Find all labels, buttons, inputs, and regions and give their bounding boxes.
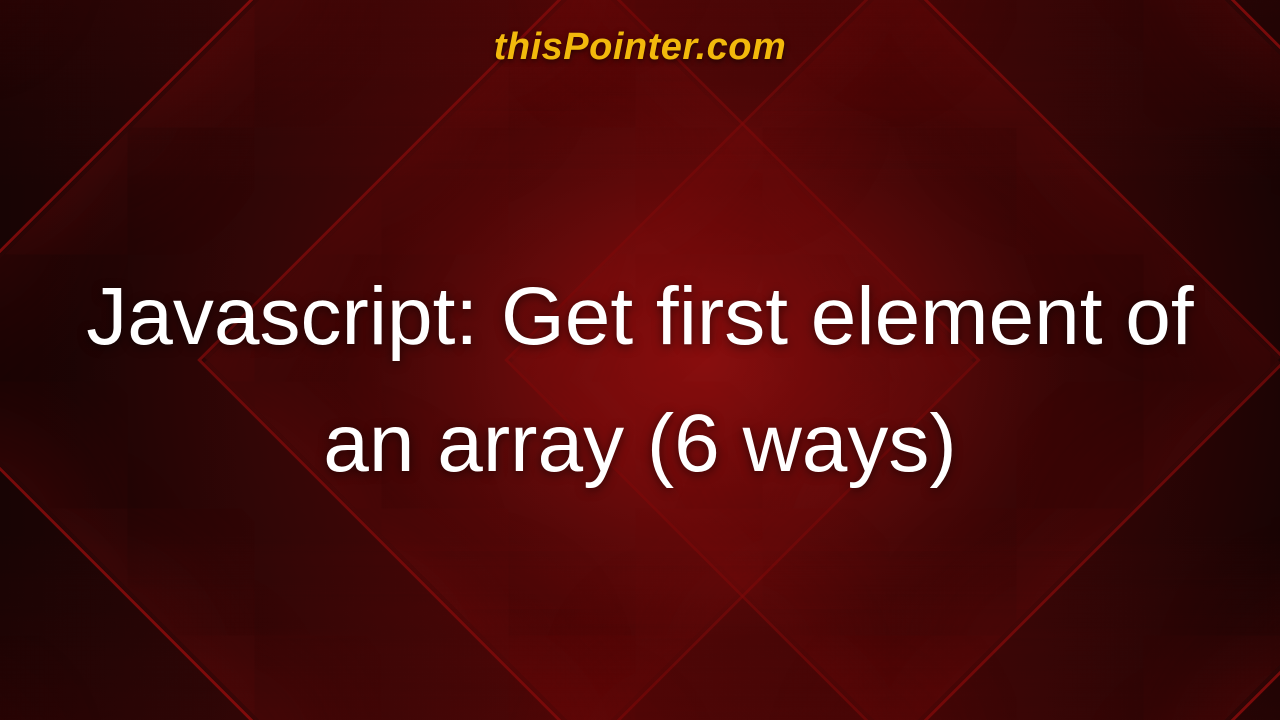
- title-container: Javascript: Get first element of an arra…: [0, 0, 1280, 720]
- article-title: Javascript: Get first element of an arra…: [60, 253, 1220, 507]
